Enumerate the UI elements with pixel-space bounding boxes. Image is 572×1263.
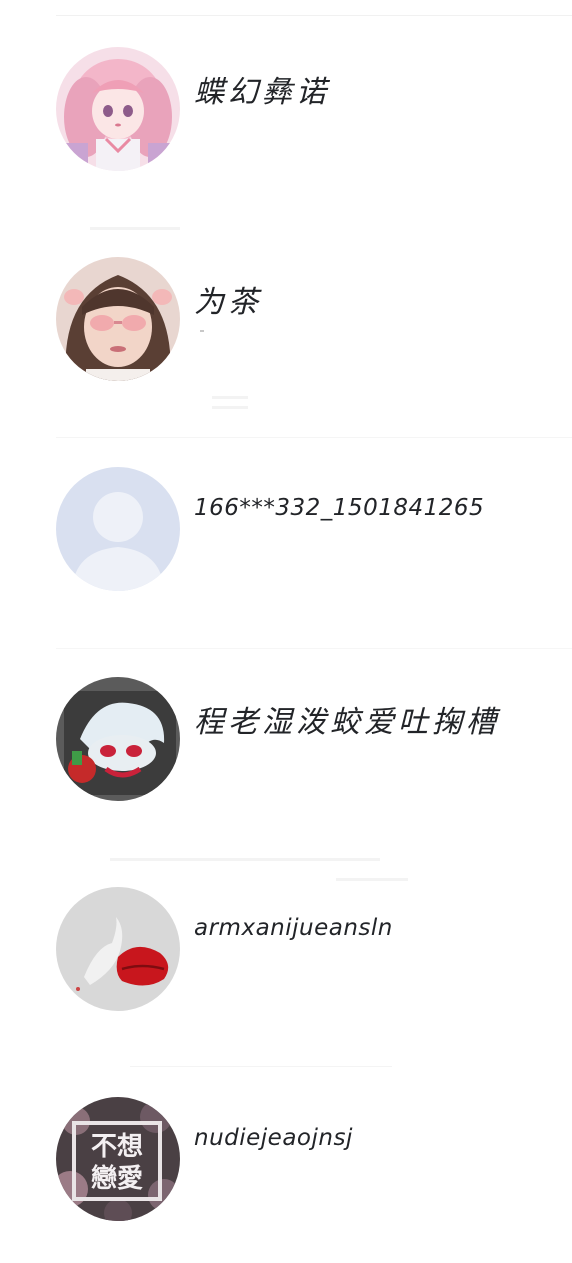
text-art-line1: 不想 (91, 1132, 143, 1161)
contact-row[interactable]: 不想 戀愛 nudiejeaojnsj (0, 1050, 572, 1260)
contact-row[interactable]: armxanijueansln (0, 840, 572, 1050)
row-divider (130, 1066, 392, 1067)
default-user-avatar-icon[interactable] (56, 467, 180, 591)
ghost-line (336, 878, 408, 881)
contact-row[interactable]: 166***332_1501841265 (0, 420, 572, 630)
ghost-line (212, 396, 248, 399)
text-art-line2: 戀愛 (91, 1163, 143, 1193)
ghost-line (212, 406, 248, 409)
text-art-avatar-icon[interactable]: 不想 戀愛 (56, 1097, 180, 1221)
cartoon-character-avatar-icon[interactable] (56, 677, 180, 801)
girl-photo-avatar-icon[interactable] (56, 257, 180, 381)
contact-name: 166***332_1501841265 (194, 495, 485, 521)
contact-name: armxanijueansln (194, 915, 393, 941)
row-divider (56, 15, 572, 16)
row-divider (56, 648, 572, 649)
contact-row[interactable]: 程老湿泼蛟爱吐掬槽 (0, 630, 572, 861)
row-divider (56, 437, 572, 438)
contact-name: 为茶 (194, 285, 262, 320)
status-dot (200, 330, 204, 332)
contact-name: 蝶幻彝诺 (194, 75, 330, 110)
lips-avatar-icon[interactable] (56, 887, 180, 1011)
contact-list: 蝶幻彝诺 为茶 166***332_1501841265 程老湿泼蛟爱吐掬槽 a… (0, 0, 572, 1263)
contact-row[interactable]: 为茶 (0, 210, 572, 420)
contact-name: 程老湿泼蛟爱吐掬槽 (194, 705, 500, 740)
contact-row[interactable]: 蝶幻彝诺 (0, 0, 572, 230)
anime-girl-avatar-icon[interactable] (56, 47, 180, 171)
contact-name: nudiejeaojnsj (194, 1125, 353, 1151)
